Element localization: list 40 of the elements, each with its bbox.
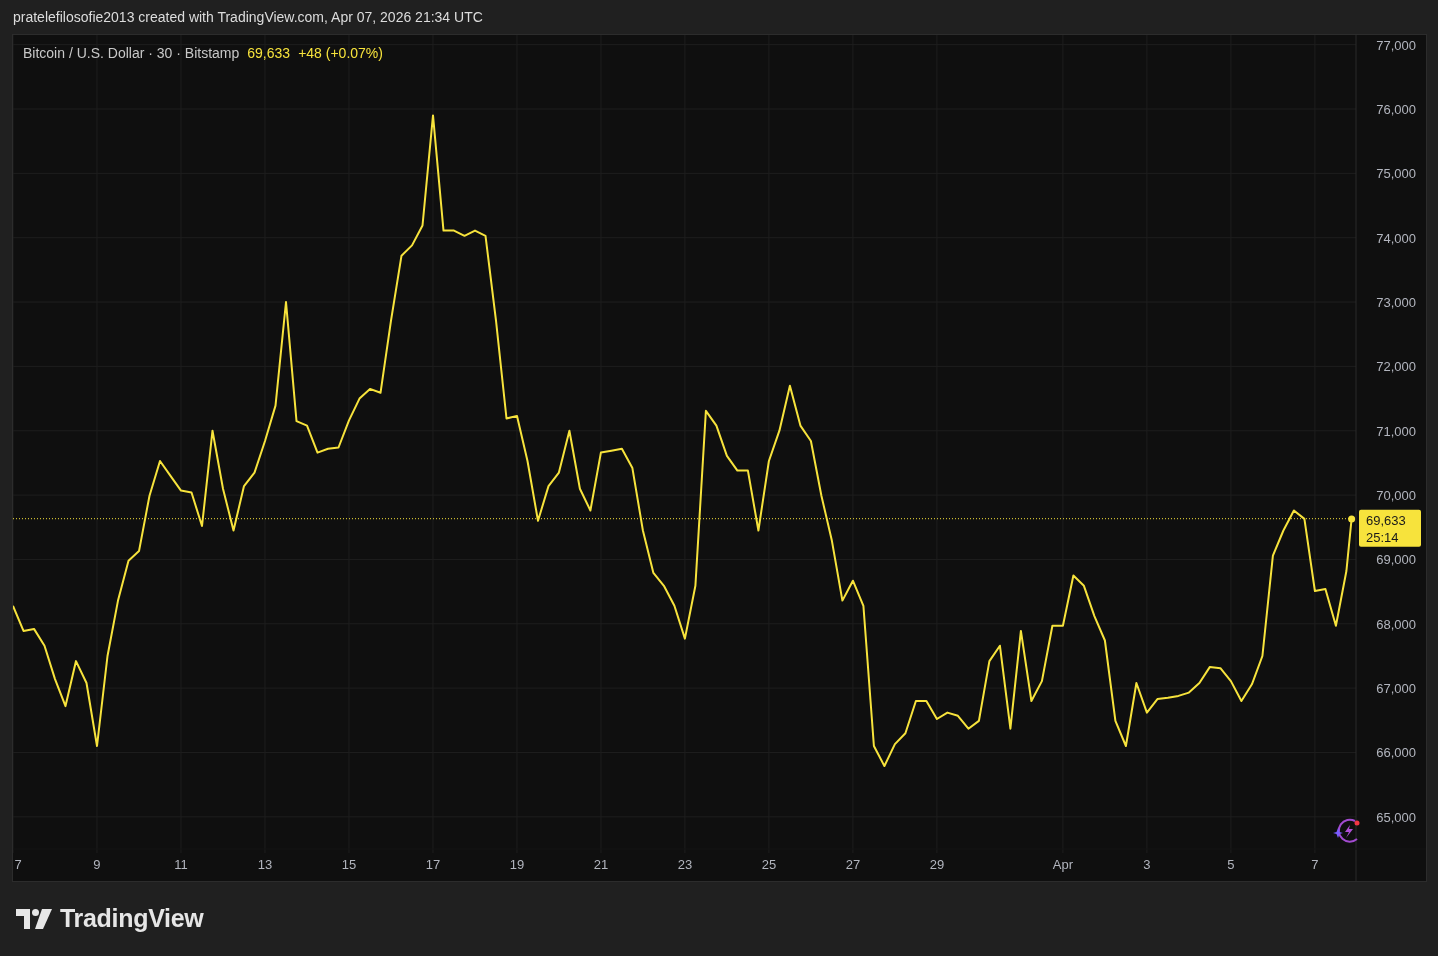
axis-label: 25 xyxy=(761,857,777,872)
price-change: +48 (+0.07%) xyxy=(298,45,383,61)
axis-label: 67,000 xyxy=(1376,681,1416,697)
logo-icon xyxy=(16,908,52,929)
axis-label: 69,000 xyxy=(1376,552,1416,568)
last-price: 69,633 xyxy=(1366,512,1406,528)
axis-label: 71,000 xyxy=(1376,423,1416,439)
axis-label: 75,000 xyxy=(1376,166,1416,182)
axis-label: 13 xyxy=(257,857,273,872)
axis-label: 73,000 xyxy=(1376,295,1416,311)
axis-label: 29 xyxy=(929,857,945,872)
axis-label: 9 xyxy=(93,857,101,872)
axis-label: 11 xyxy=(174,857,188,872)
axis-label: 65,000 xyxy=(1376,809,1416,825)
axis-label: 66,000 xyxy=(1376,745,1416,761)
axis-label: 23 xyxy=(677,857,693,872)
countdown: 25:14 xyxy=(1366,529,1399,545)
price-tag xyxy=(1359,509,1421,547)
axis-label: 76,000 xyxy=(1376,102,1416,117)
axis-label: 68,000 xyxy=(1376,616,1416,632)
axis-label: 5 xyxy=(1227,857,1235,872)
axis-label: Apr xyxy=(1052,857,1073,872)
lightning-sparkle-icon xyxy=(1333,818,1360,843)
axis-label: 21 xyxy=(593,857,609,872)
axis-label: 74,000 xyxy=(1376,230,1416,246)
axis-label: 19 xyxy=(509,857,525,872)
brand-name: TradingView xyxy=(60,904,204,933)
last-price-dot xyxy=(1348,515,1356,523)
axis-label: 17 xyxy=(425,857,441,872)
axis-label: 27 xyxy=(845,857,861,872)
axis-label: 15 xyxy=(341,857,357,872)
axis-label: 3 xyxy=(1143,857,1151,872)
current-price: 69,633 xyxy=(247,45,291,61)
axis-label: 70,000 xyxy=(1376,488,1416,504)
axis-label: 7 xyxy=(14,857,22,872)
axis-label: 77,000 xyxy=(1376,37,1416,53)
axis-label: 7 xyxy=(1311,857,1319,872)
symbol-title: Bitcoin / U.S. Dollar · 30 · Bitstamp xyxy=(23,45,240,61)
attribution-text: pratelefilosofie2013 created with TradingView.com, Apr 07, 2026 21:34 UTC xyxy=(13,9,483,25)
axis-label: 72,000 xyxy=(1376,359,1416,375)
